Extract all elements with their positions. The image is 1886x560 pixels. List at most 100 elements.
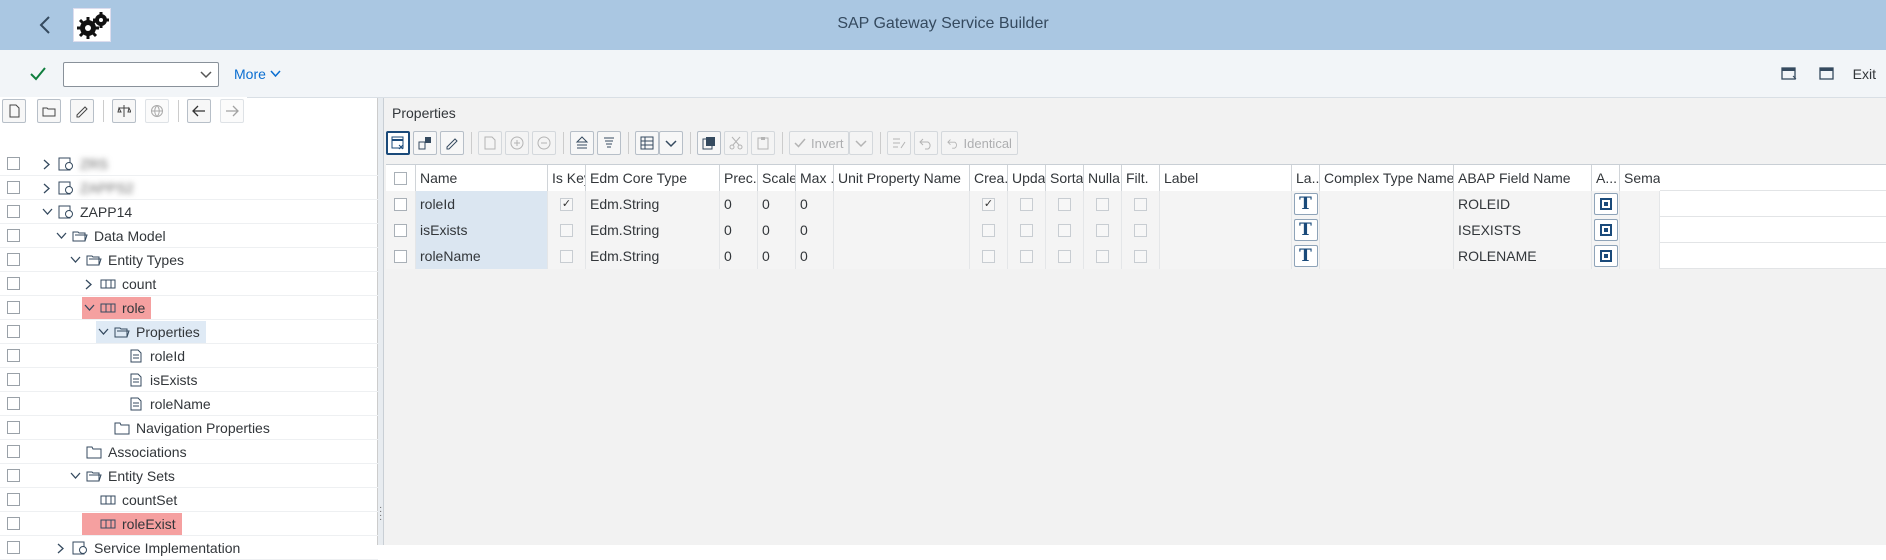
row-select-checkbox[interactable] <box>7 181 20 194</box>
tree-row[interactable]: Entity Types <box>0 248 378 272</box>
row-select-checkbox[interactable] <box>7 493 20 506</box>
tree-row[interactable]: roleName <box>0 392 378 416</box>
column-header[interactable]: Nulla... <box>1084 165 1122 191</box>
row-select-checkbox[interactable] <box>7 205 20 218</box>
globe-icon[interactable] <box>145 99 169 123</box>
tree-node[interactable]: Entity Types <box>68 249 190 271</box>
edit-list-icon[interactable] <box>886 131 911 155</box>
tree-node[interactable]: isExists <box>110 369 203 391</box>
precision-cell[interactable]: 0 <box>720 217 758 243</box>
row-select-checkbox[interactable] <box>7 157 20 170</box>
cut-icon[interactable] <box>724 131 748 155</box>
edit-icon[interactable] <box>70 99 94 123</box>
column-header[interactable]: Complex Type Name <box>1320 165 1454 191</box>
unit-property-cell[interactable] <box>834 243 970 269</box>
select-all-checkbox[interactable] <box>394 171 407 185</box>
tree-row[interactable]: Service Implementation <box>0 536 378 560</box>
tree-row[interactable]: role <box>0 296 378 320</box>
folder-open-icon[interactable] <box>37 99 61 123</box>
tree-node[interactable]: roleId <box>110 345 191 367</box>
select-all-icon[interactable] <box>386 131 410 155</box>
tree-node[interactable]: countSet <box>82 489 183 511</box>
add-icon[interactable] <box>505 131 529 155</box>
column-header[interactable]: Unit Property Name <box>834 165 970 191</box>
complex-type-cell[interactable] <box>1320 217 1454 243</box>
chevron-right-icon[interactable] <box>54 543 68 554</box>
enter-button[interactable] <box>26 62 50 86</box>
row-select-checkbox[interactable] <box>7 421 20 434</box>
is-key-checkbox[interactable] <box>560 223 573 237</box>
row-select-checkbox[interactable] <box>7 517 20 530</box>
column-header[interactable]: Max ... <box>796 165 834 191</box>
edm-type-cell[interactable]: Edm.String <box>586 217 720 243</box>
create-icon[interactable] <box>2 99 26 123</box>
tree-node[interactable]: Entity Sets <box>68 465 181 487</box>
sortable-checkbox[interactable] <box>1058 197 1071 211</box>
edit-icon[interactable] <box>440 131 464 155</box>
tree-node[interactable]: ZAPPS2 <box>40 177 140 199</box>
creatable-checkbox[interactable]: ✓ <box>982 197 995 211</box>
label-cell[interactable] <box>1160 243 1292 269</box>
updatable-checkbox[interactable] <box>1020 223 1033 237</box>
tree-row[interactable]: roleExist <box>0 512 378 536</box>
max-length-cell[interactable]: 0 <box>796 243 834 269</box>
sortable-checkbox[interactable] <box>1058 249 1071 263</box>
chevron-down-icon[interactable] <box>848 131 873 155</box>
tree-row[interactable]: ZAPP14 <box>0 200 378 224</box>
tree-row[interactable]: roleId <box>0 344 378 368</box>
scale-cell[interactable]: 0 <box>758 191 796 217</box>
chevron-right-icon[interactable] <box>40 183 54 194</box>
chevron-right-icon[interactable] <box>40 159 54 170</box>
window-icon[interactable] <box>1815 62 1839 86</box>
more-button[interactable]: More <box>234 66 281 82</box>
tree-row[interactable]: count <box>0 272 378 296</box>
column-header[interactable]: Label <box>1160 165 1292 191</box>
undo-icon[interactable] <box>913 131 938 155</box>
sort-descending-icon[interactable] <box>597 131 621 155</box>
filterable-checkbox[interactable] <box>1134 249 1147 263</box>
is-key-checkbox[interactable]: ✓ <box>560 197 573 211</box>
tree-row[interactable]: Entity Sets <box>0 464 378 488</box>
unit-property-cell[interactable] <box>834 217 970 243</box>
filterable-checkbox[interactable] <box>1134 197 1147 211</box>
row-select-checkbox[interactable] <box>7 397 20 410</box>
semantics-cell[interactable] <box>1620 243 1660 269</box>
column-header[interactable]: Seman <box>1620 165 1660 191</box>
updatable-checkbox[interactable] <box>1020 197 1033 211</box>
is-key-checkbox[interactable] <box>560 249 573 263</box>
nullable-checkbox[interactable] <box>1096 223 1109 237</box>
scale-cell[interactable]: 0 <box>758 217 796 243</box>
max-length-cell[interactable]: 0 <box>796 191 834 217</box>
row-select-checkbox[interactable] <box>394 197 407 211</box>
abap-field-cell[interactable]: ROLEID <box>1454 191 1592 217</box>
label-cell[interactable] <box>1160 217 1292 243</box>
tree-row[interactable]: Navigation Properties <box>0 416 378 440</box>
tree-node[interactable]: Properties <box>96 321 206 343</box>
row-select-checkbox[interactable] <box>7 325 20 338</box>
edm-type-cell[interactable]: Edm.String <box>586 243 720 269</box>
abap-field-cell[interactable]: ISEXISTS <box>1454 217 1592 243</box>
text-type-icon[interactable]: T <box>1293 219 1318 241</box>
tree-node[interactable]: roleExist <box>82 513 182 535</box>
row-select-checkbox[interactable] <box>7 301 20 314</box>
nullable-checkbox[interactable] <box>1096 249 1109 263</box>
identical-button[interactable]: Identical <box>940 131 1018 155</box>
tree-row[interactable]: isExists <box>0 368 378 392</box>
scale-cell[interactable]: 0 <box>758 243 796 269</box>
arrow-right-icon[interactable] <box>220 99 244 123</box>
creatable-checkbox[interactable] <box>982 223 995 237</box>
sort-ascending-icon[interactable] <box>570 131 594 155</box>
row-select-checkbox[interactable] <box>394 223 407 237</box>
remove-icon[interactable] <box>532 131 556 155</box>
column-header[interactable]: Name <box>416 165 548 191</box>
semantics-cell[interactable] <box>1620 217 1660 243</box>
invert-button[interactable]: Invert <box>789 131 849 155</box>
tree-node[interactable]: roleName <box>110 393 217 415</box>
row-select-checkbox[interactable] <box>7 541 20 554</box>
precision-cell[interactable]: 0 <box>720 243 758 269</box>
column-header[interactable]: Filt. <box>1122 165 1160 191</box>
tree-node[interactable]: ZAPP14 <box>40 201 138 223</box>
column-header[interactable]: ABAP Field Name <box>1454 165 1592 191</box>
select-all-checkbox-cell[interactable] <box>386 165 416 191</box>
column-header[interactable]: Prec. <box>720 165 758 191</box>
